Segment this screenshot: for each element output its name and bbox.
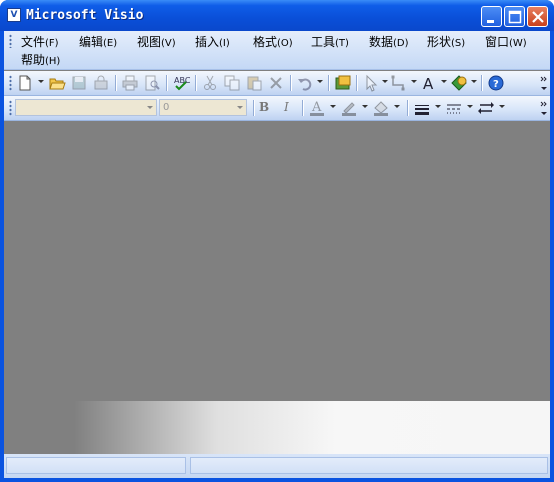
status-bar	[4, 454, 550, 478]
help-icon[interactable]: ?	[487, 74, 505, 92]
permission-icon[interactable]	[92, 74, 110, 92]
print-icon[interactable]	[121, 74, 139, 92]
shape-tool-icon[interactable]	[450, 74, 468, 92]
maximize-button[interactable]	[504, 6, 525, 27]
menu-format[interactable]: 格式(O)	[253, 33, 293, 50]
italic-button[interactable]: I	[284, 100, 289, 114]
menu-shapes[interactable]: 形状(S)	[427, 33, 465, 50]
workspace-fade-overlay	[74, 401, 550, 454]
title-bar[interactable]: V Microsoft Visio	[0, 0, 554, 31]
connector-tool-icon[interactable]	[390, 74, 408, 92]
line-pattern-dropdown-icon[interactable]	[467, 105, 473, 108]
chevron-down-icon	[237, 106, 243, 109]
font-color-icon[interactable]: A	[308, 99, 326, 117]
font-name-combo[interactable]	[15, 99, 157, 116]
svg-text:A: A	[311, 100, 322, 115]
connector-dropdown-icon[interactable]	[411, 80, 417, 83]
svg-text:?: ?	[493, 79, 499, 90]
save-icon[interactable]	[70, 74, 88, 92]
toolbar-separator	[195, 75, 196, 91]
undo-icon[interactable]	[296, 74, 314, 92]
spelling-icon[interactable]: ABC	[172, 74, 190, 92]
bold-button[interactable]: B	[259, 100, 269, 114]
chevron-down-icon	[147, 106, 153, 109]
line-ends-dropdown-icon[interactable]	[499, 105, 505, 108]
maximize-icon	[508, 10, 522, 24]
toolbar-separator	[328, 75, 329, 91]
open-icon[interactable]	[48, 74, 66, 92]
menu-data[interactable]: 数据(D)	[369, 33, 409, 50]
menu-file[interactable]: 文件(F)	[21, 33, 59, 50]
close-button[interactable]	[527, 6, 548, 27]
toolbar-separator	[290, 75, 291, 91]
svg-text:A: A	[423, 75, 434, 92]
menu-edit[interactable]: 编辑(E)	[79, 33, 117, 50]
toolbar-separator	[302, 100, 303, 116]
toolbar-separator	[166, 75, 167, 91]
line-weight-icon[interactable]	[413, 99, 431, 117]
delete-icon[interactable]	[267, 74, 285, 92]
font-color-dropdown-icon[interactable]	[330, 105, 336, 108]
toolbar-separator	[407, 100, 408, 116]
toolbar-grip[interactable]	[9, 75, 12, 91]
print-preview-icon[interactable]	[143, 74, 161, 92]
client-area: 文件(F) 编辑(E) 视图(V) 插入(I) 格式(O) 工具(T) 数据(D…	[4, 31, 550, 478]
toolbar-grip[interactable]	[9, 100, 12, 116]
status-pane-left	[6, 457, 186, 474]
menu-help[interactable]: 帮助(H)	[21, 51, 60, 68]
toolbar-separator	[115, 75, 116, 91]
menu-view[interactable]: 视图(V)	[137, 33, 176, 50]
fill-color-dropdown-icon[interactable]	[394, 105, 400, 108]
line-color-icon[interactable]	[340, 99, 358, 117]
visio-app-icon[interactable]: V	[7, 8, 21, 22]
toolbar-separator	[253, 100, 254, 116]
minimize-icon	[487, 20, 494, 23]
font-size-value: 0	[163, 102, 170, 113]
menubar-grip[interactable]	[9, 34, 12, 48]
new-dropdown-icon[interactable]	[38, 80, 44, 83]
paste-icon[interactable]	[245, 74, 263, 92]
status-pane-right	[190, 457, 548, 474]
text-dropdown-icon[interactable]	[441, 80, 447, 83]
app-window: V Microsoft Visio 文件(F) 编辑(E) 视图(V) 插入(I…	[0, 0, 554, 482]
close-icon	[532, 11, 544, 23]
line-pattern-icon[interactable]	[445, 99, 463, 117]
line-weight-dropdown-icon[interactable]	[435, 105, 441, 108]
undo-dropdown-icon[interactable]	[317, 80, 323, 83]
copy-icon[interactable]	[223, 74, 241, 92]
toolbar-separator	[481, 75, 482, 91]
menu-bar: 文件(F) 编辑(E) 视图(V) 插入(I) 格式(O) 工具(T) 数据(D…	[4, 31, 550, 70]
menu-insert[interactable]: 插入(I)	[195, 33, 230, 50]
new-icon[interactable]	[16, 74, 34, 92]
toolbar-options-icon[interactable]	[540, 73, 548, 93]
menu-tools[interactable]: 工具(T)	[311, 33, 349, 50]
fill-color-icon[interactable]	[372, 99, 390, 117]
toolbar-options-icon[interactable]	[540, 98, 548, 118]
shape-dropdown-icon[interactable]	[471, 80, 477, 83]
window-title: Microsoft Visio	[26, 8, 144, 23]
cut-icon[interactable]	[201, 74, 219, 92]
line-color-dropdown-icon[interactable]	[362, 105, 368, 108]
toolbar-separator	[356, 75, 357, 91]
font-size-combo[interactable]: 0	[159, 99, 247, 116]
svg-text:ABC: ABC	[174, 76, 190, 85]
text-tool-icon[interactable]: A	[420, 74, 438, 92]
pointer-dropdown-icon[interactable]	[382, 80, 388, 83]
standard-toolbar: ABC A ?	[4, 71, 550, 96]
shapes-icon[interactable]	[334, 74, 352, 92]
minimize-button[interactable]	[481, 6, 502, 27]
line-ends-icon[interactable]	[477, 99, 495, 117]
menu-window[interactable]: 窗口(W)	[485, 33, 527, 50]
formatting-toolbar: 0 B I A	[4, 96, 550, 121]
pointer-tool-icon[interactable]	[362, 74, 380, 92]
